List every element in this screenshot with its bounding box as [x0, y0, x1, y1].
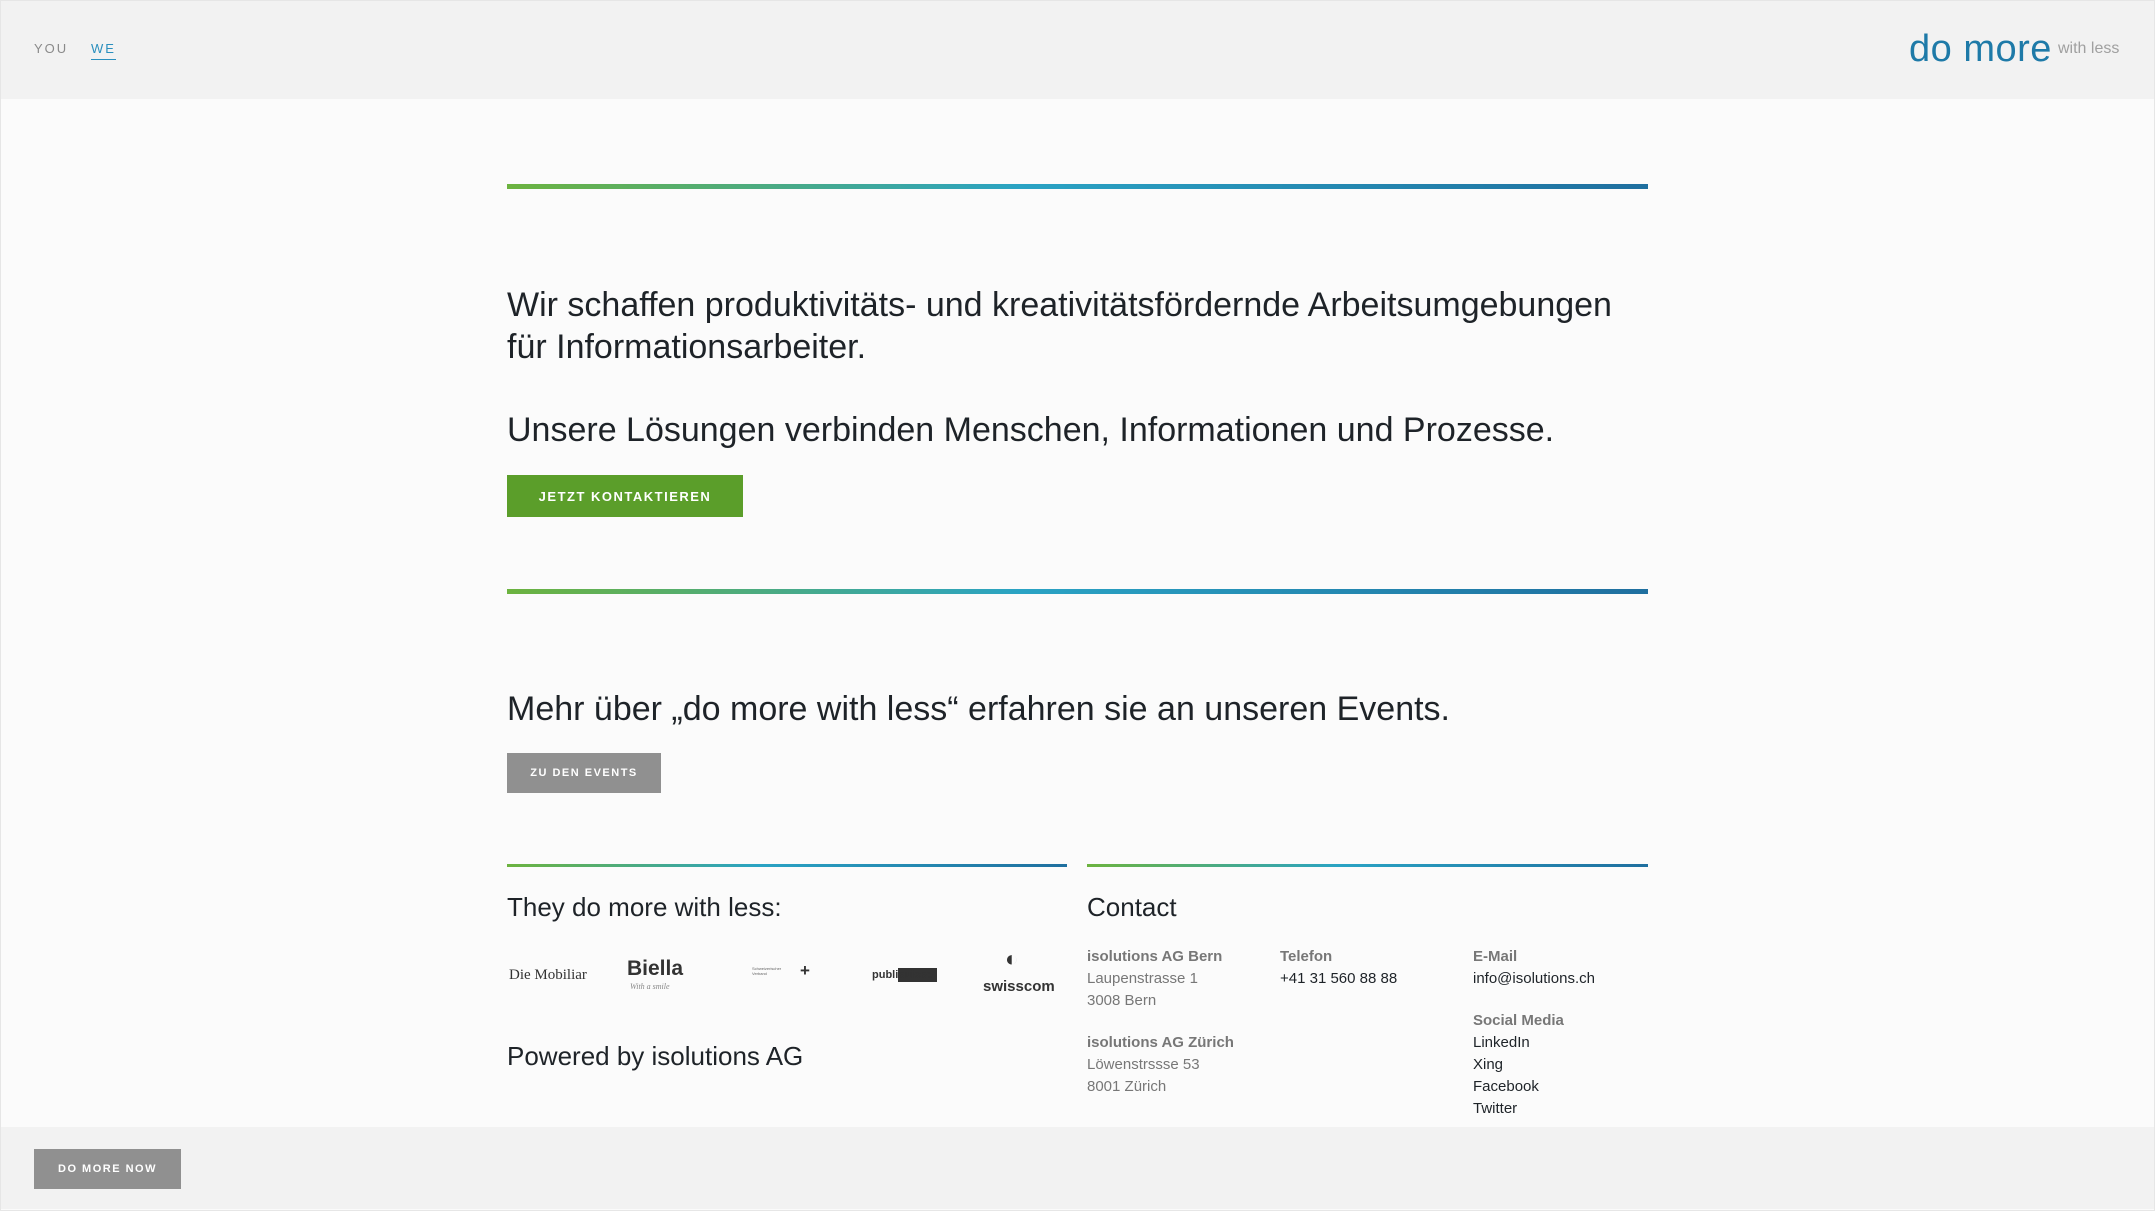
- phone-number[interactable]: +41 31 560 88 88: [1280, 968, 1397, 990]
- brand-tagline: with less: [2058, 40, 2120, 57]
- contact-title: Contact: [1087, 892, 1177, 922]
- swisscom-logo: swisscom: [983, 978, 1055, 995]
- events-text: Mehr über „do more with less“ erfahren s…: [507, 690, 1451, 728]
- events-button[interactable]: ZU DEN EVENTS: [507, 753, 661, 793]
- bern-city: 3008 Bern: [1087, 992, 1157, 1009]
- gradient-divider: [507, 589, 1648, 594]
- gradient-divider: [507, 184, 1648, 189]
- social-link-xing[interactable]: Xing: [1473, 1054, 1595, 1076]
- contact-now-button[interactable]: JETZT KONTAKTIEREN: [507, 475, 743, 517]
- publisuisse-logo-text: publisuisse: [872, 969, 933, 981]
- zurich-city: 8001 Zürich: [1087, 1078, 1167, 1095]
- social-link-twitter[interactable]: Twitter: [1473, 1098, 1595, 1120]
- page-frame: [0, 0, 2155, 1211]
- bern-address: isolutions AG Bern Laupenstrasse 1 3008 …: [1087, 946, 1222, 1012]
- swisscom-icon: ◐: [1005, 946, 1019, 971]
- zurich-street: Löwenstrssse 53: [1087, 1056, 1200, 1073]
- email-label: E-Mail: [1473, 948, 1518, 965]
- client-logos: Die Mobiliar Biella With a smile Schweiz…: [507, 946, 1055, 1010]
- association-logo-text: Schweizerischer Verband: [752, 966, 782, 976]
- swiss-cross-icon: +: [800, 961, 810, 980]
- do-more-now-button[interactable]: DO MORE NOW: [34, 1149, 181, 1189]
- publisuisse-logo: publisuisse: [868, 968, 937, 982]
- biella-logo: Biella: [627, 957, 684, 980]
- social-link-facebook[interactable]: Facebook: [1473, 1076, 1595, 1098]
- clients-divider: [507, 864, 1067, 867]
- brand-logo[interactable]: do more: [1909, 28, 2052, 71]
- social-link-linkedin[interactable]: LinkedIn: [1473, 1032, 1595, 1054]
- top-header: YOU WE do more with less: [1, 1, 2154, 99]
- phone-block: Telefon +41 31 560 88 88: [1280, 946, 1397, 990]
- nav-you-link[interactable]: YOU: [34, 41, 68, 56]
- contact-divider: [1087, 864, 1648, 867]
- nav-we-link[interactable]: WE: [91, 41, 116, 60]
- intro-statement: Wir schaffen produktivitäts- und kreativ…: [507, 286, 1612, 366]
- clients-title: They do more with less:: [507, 892, 782, 922]
- email-social-block: E-Mail info@isolutions.ch Social Media L…: [1473, 946, 1595, 1128]
- social-media-label: Social Media: [1473, 1012, 1564, 1029]
- intro-subline: Unsere Lösungen verbinden Menschen, Info…: [507, 411, 1555, 449]
- bottom-bar: DO MORE NOW: [1, 1127, 2154, 1209]
- phone-label: Telefon: [1280, 948, 1333, 965]
- powered-by: Powered by isolutions AG: [507, 1041, 804, 1071]
- zurich-name: isolutions AG Zürich: [1087, 1034, 1234, 1051]
- biella-tagline: With a smile: [630, 982, 670, 991]
- bern-name: isolutions AG Bern: [1087, 948, 1223, 965]
- bern-street: Laupenstrasse 1: [1087, 970, 1198, 987]
- email-link[interactable]: info@isolutions.ch: [1473, 968, 1595, 990]
- mobiliar-logo: Die Mobiliar: [509, 967, 587, 983]
- zurich-address: isolutions AG Zürich Löwenstrssse 53 800…: [1087, 1032, 1234, 1098]
